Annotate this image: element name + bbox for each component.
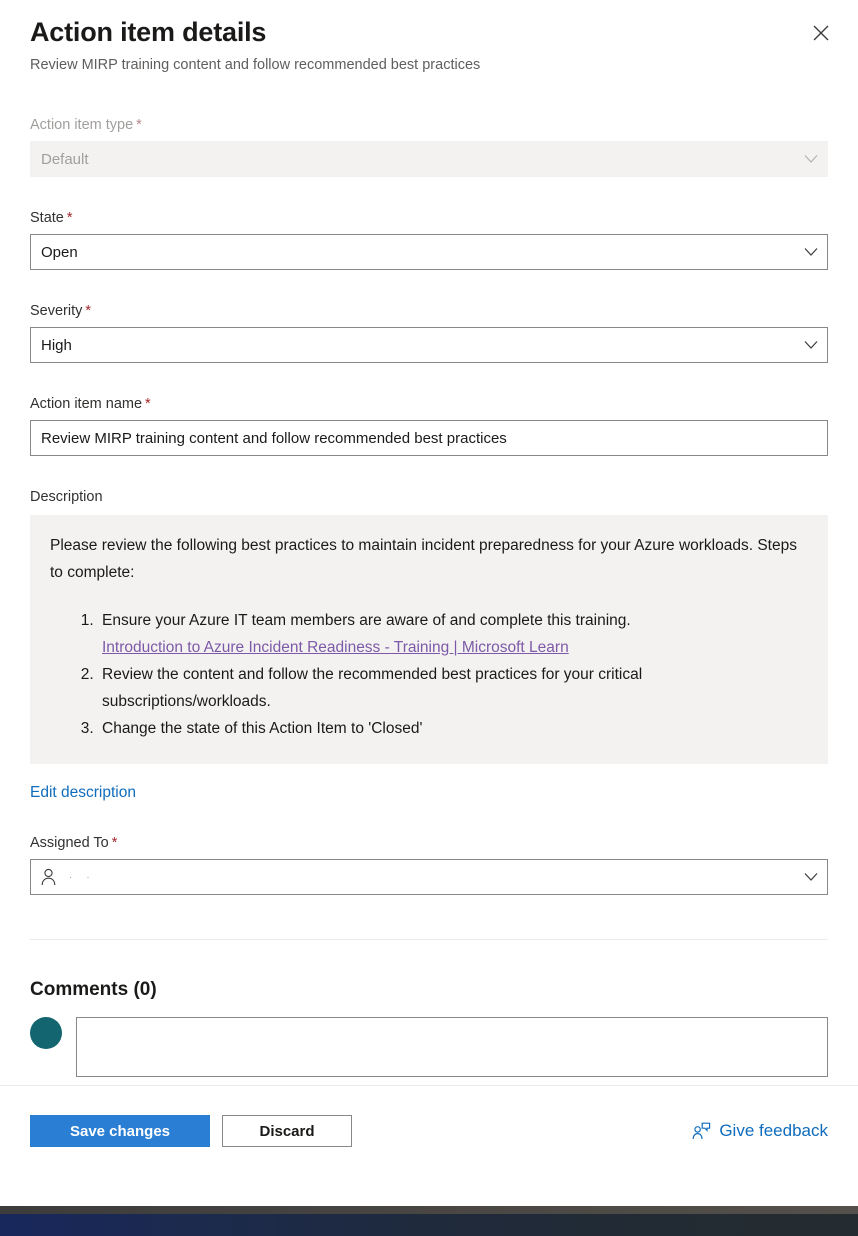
required-asterisk: * xyxy=(142,396,151,412)
state-label-text: State xyxy=(30,210,64,226)
field-state: State* Open xyxy=(30,208,828,270)
comment-input[interactable] xyxy=(76,1017,828,1077)
severity-label: Severity* xyxy=(30,301,828,321)
description-steps-list: Ensure your Azure IT team members are aw… xyxy=(50,607,808,742)
severity-value: High xyxy=(41,337,72,354)
required-asterisk: * xyxy=(64,210,73,226)
page-subtitle: Review MIRP training content and follow … xyxy=(30,55,828,75)
description-box: Please review the following best practic… xyxy=(30,515,828,764)
background-page-strip xyxy=(0,1206,858,1236)
give-feedback-link[interactable]: Give feedback xyxy=(692,1121,828,1141)
save-changes-button[interactable]: Save changes xyxy=(30,1115,210,1147)
comments-heading: Comments (0) xyxy=(30,979,828,1001)
close-icon xyxy=(811,23,831,43)
feedback-person-icon xyxy=(692,1122,711,1141)
description-intro: Please review the following best practic… xyxy=(50,532,808,586)
action-item-type-value: Default xyxy=(41,151,89,168)
chevron-down-icon xyxy=(804,873,818,882)
section-divider xyxy=(30,939,828,940)
action-item-name-label: Action item name* xyxy=(30,394,828,414)
action-item-name-label-text: Action item name xyxy=(30,396,142,412)
step-text: Change the state of this Action Item to … xyxy=(102,720,422,737)
close-button[interactable] xyxy=(802,14,840,52)
person-icon xyxy=(40,868,57,886)
give-feedback-label: Give feedback xyxy=(719,1121,828,1141)
form-body: Action item type* Default State* Open xyxy=(0,115,858,1077)
comments-section: Comments (0) xyxy=(30,979,828,1077)
required-asterisk: * xyxy=(109,835,118,851)
field-action-item-type: Action item type* Default xyxy=(30,115,828,177)
description-label: Description xyxy=(30,487,828,507)
list-item: Review the content and follow the recomm… xyxy=(98,661,808,715)
assigned-to-value: · · xyxy=(69,872,96,882)
edit-description-link[interactable]: Edit description xyxy=(30,784,136,802)
action-item-type-dropdown[interactable]: Default xyxy=(30,141,828,177)
footer-action-bar: Save changes Discard Give feedback xyxy=(0,1085,858,1176)
chevron-down-icon xyxy=(804,248,818,257)
assigned-to-label: Assigned To* xyxy=(30,833,828,853)
step-text: Review the content and follow the recomm… xyxy=(102,666,642,710)
action-item-name-input[interactable]: Review MIRP training content and follow … xyxy=(30,420,828,456)
severity-label-text: Severity xyxy=(30,303,82,319)
field-action-item-name: Action item name* Review MIRP training c… xyxy=(30,394,828,456)
training-link[interactable]: Introduction to Azure Incident Readiness… xyxy=(102,639,569,656)
action-item-name-value: Review MIRP training content and follow … xyxy=(41,430,507,447)
assigned-to-label-text: Assigned To xyxy=(30,835,109,851)
field-assigned-to: Assigned To* · · xyxy=(30,833,828,895)
page-title: Action item details xyxy=(30,14,828,50)
action-item-type-label: Action item type* xyxy=(30,115,828,135)
assigned-to-picker[interactable]: · · xyxy=(30,859,828,895)
panel-header: Action item details Review MIRP training… xyxy=(0,0,858,75)
comment-compose-row xyxy=(30,1017,828,1077)
list-item: Ensure your Azure IT team members are aw… xyxy=(98,607,808,661)
action-item-details-panel: Action item details Review MIRP training… xyxy=(0,0,858,1206)
step-text: Ensure your Azure IT team members are aw… xyxy=(102,612,631,629)
required-asterisk: * xyxy=(133,117,142,133)
field-severity: Severity* High xyxy=(30,301,828,363)
state-value: Open xyxy=(41,244,78,261)
chevron-down-icon xyxy=(804,155,818,164)
state-dropdown[interactable]: Open xyxy=(30,234,828,270)
strip-lower xyxy=(0,1214,858,1236)
chevron-down-icon xyxy=(804,341,818,350)
discard-button[interactable]: Discard xyxy=(222,1115,352,1147)
list-item: Change the state of this Action Item to … xyxy=(98,715,808,742)
avatar xyxy=(30,1017,62,1049)
action-item-type-label-text: Action item type xyxy=(30,117,133,133)
severity-dropdown[interactable]: High xyxy=(30,327,828,363)
field-description: Description Please review the following … xyxy=(30,487,828,802)
strip-upper xyxy=(0,1206,858,1214)
required-asterisk: * xyxy=(82,303,91,319)
state-label: State* xyxy=(30,208,828,228)
